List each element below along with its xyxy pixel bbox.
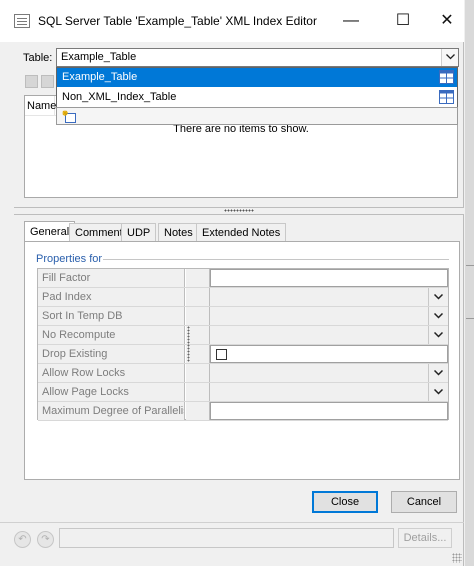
property-spacer [186,364,210,382]
chevron-down-icon[interactable] [428,364,448,382]
allow-page-locks-select[interactable] [210,383,448,401]
details-button[interactable]: Details... [398,528,452,548]
allow-row-locks-select[interactable] [210,364,448,382]
cancel-button[interactable]: Cancel [391,491,457,513]
dropdown-item-non-xml-index-table[interactable]: Non_XML_Index_Table [57,88,457,107]
close-button[interactable]: Close [312,491,378,513]
property-name: Maximum Degree of Parallelism [38,402,185,420]
property-name: No Recompute [38,326,185,344]
property-spacer [186,269,210,287]
tab-general[interactable]: General [24,221,76,241]
undo-icon[interactable]: ↶ [14,531,31,548]
tab-comment[interactable]: Comment [69,223,129,241]
chevron-down-icon[interactable] [428,288,448,306]
drop-existing-checkbox[interactable] [216,349,227,360]
property-row-max-degree-parallelism: Maximum Degree of Parallelism [38,402,448,421]
property-spacer [186,402,210,420]
chevron-down-icon[interactable] [428,326,448,344]
table-icon [439,90,454,104]
dropdown-item-example-table[interactable]: Example_Table [57,68,457,87]
dropdown-item-label: Example_Table [62,71,138,83]
property-name: Sort In Temp DB [38,307,185,325]
column-header-name[interactable]: Name [25,96,56,116]
property-row-pad-index: Pad Index [38,288,448,307]
toolbar-move-right-icon[interactable] [41,75,54,88]
section-divider [103,259,449,260]
redo-icon[interactable]: ↷ [37,531,54,548]
window-icon [14,14,30,28]
minimize-button[interactable]: — [336,8,366,34]
property-name: Allow Row Locks [38,364,185,382]
table-combobox-value: Example_Table [61,51,137,63]
status-message-box [59,528,394,548]
property-name: Drop Existing [38,345,185,363]
resize-grip-icon[interactable] [452,553,462,563]
table-dropdown-list[interactable]: Example_Table Non_XML_Index_Table [56,67,458,108]
table-icon [439,70,454,84]
chevron-down-icon[interactable] [428,307,448,325]
maximize-button[interactable]: ☐ [388,8,418,34]
table-combobox[interactable]: Example_Table [56,48,459,67]
title-bar: SQL Server Table 'Example_Table' XML Ind… [0,0,464,42]
splitter-grip[interactable] [224,209,254,212]
window-title: SQL Server Table 'Example_Table' XML Ind… [38,14,317,28]
property-name: Pad Index [38,288,185,306]
tab-udp[interactable]: UDP [121,223,157,241]
fill-factor-input[interactable] [210,269,448,287]
tab-strip: General Comment UDP Notes Extended Notes [24,221,460,241]
property-name: Allow Page Locks [38,383,185,401]
tab-notes[interactable]: Notes [158,223,199,241]
chevron-down-icon[interactable] [441,49,458,66]
property-row-fill-factor: Fill Factor [38,269,448,288]
new-index-row[interactable] [56,107,458,125]
new-item-icon [62,110,76,123]
no-recompute-select[interactable] [210,326,448,344]
property-spacer [186,307,210,325]
property-spacer [186,288,210,306]
pane-splitter[interactable] [14,207,464,215]
property-row-sort-in-temp-db: Sort In Temp DB [38,307,448,326]
status-bar: ↶ ↷ Details... [0,522,464,566]
pad-index-select[interactable] [210,288,448,306]
editor-window: SQL Server Table 'Example_Table' XML Ind… [0,0,464,566]
max-degree-parallelism-input[interactable] [210,402,448,420]
column-resize-grip[interactable] [187,326,190,362]
toolbar-move-left-icon[interactable] [25,75,38,88]
drop-existing-cell [210,345,448,363]
chevron-down-icon[interactable] [428,383,448,401]
table-label: Table: [23,52,53,64]
window-close-button[interactable]: ✕ [432,8,462,34]
property-row-drop-existing: Drop Existing [38,345,448,364]
property-spacer [186,383,210,401]
property-row-allow-page-locks: Allow Page Locks [38,383,448,402]
tab-extended-notes[interactable]: Extended Notes [196,223,287,241]
dropdown-item-label: Non_XML_Index_Table [62,91,177,103]
property-name: Fill Factor [38,269,185,287]
background-window-edge [465,0,474,566]
property-row-no-recompute: No Recompute [38,326,448,345]
sort-in-temp-db-select[interactable] [210,307,448,325]
property-grid: Fill Factor Pad Index Sort In Temp DB No [37,268,449,421]
property-row-allow-row-locks: Allow Row Locks [38,364,448,383]
general-tab-panel: Properties for Fill Factor Pad Index Sor… [24,241,460,480]
properties-for-label: Properties for [36,253,103,265]
